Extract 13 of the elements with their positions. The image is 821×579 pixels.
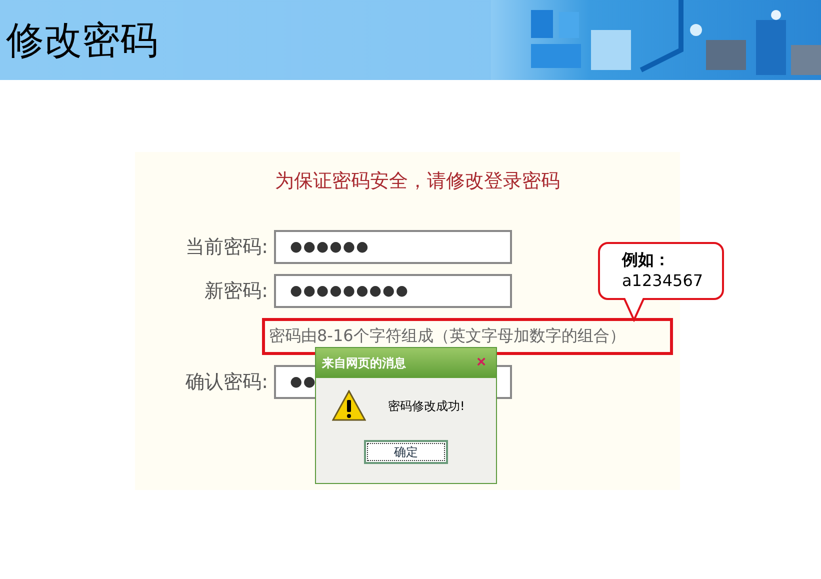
dialog-title: 来自网页的消息 [322,354,406,372]
field-label: 当前密码: [184,235,269,260]
slide-title: 修改密码 [5,16,158,64]
warning-icon [332,390,366,422]
dialog-message: 密码修改成功! [388,398,465,414]
callout-text: a1234567 [622,271,704,290]
form-heading: 为保证密码安全，请修改登录密码 [275,169,560,194]
password-field[interactable]: ●●●●●● [274,230,512,264]
field-label: 确认密码: [184,370,269,395]
password-field[interactable]: ●●●●●●●●● [274,274,512,308]
field-label: 新密码: [204,279,269,304]
ok-button[interactable]: 确定 [364,440,448,464]
callout-title: 例如： [622,250,671,271]
